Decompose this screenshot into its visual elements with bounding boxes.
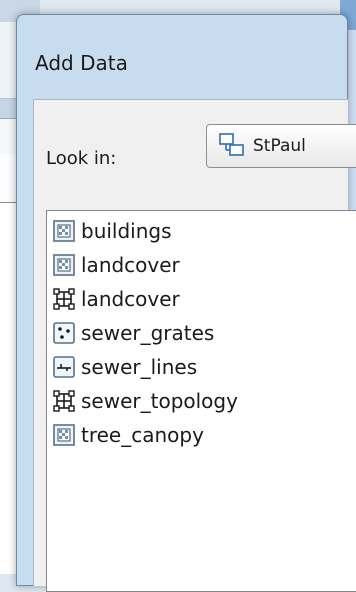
raster-dataset-icon	[53, 424, 75, 446]
point-feature-class-icon	[53, 322, 75, 344]
file-list[interactable]: buildings landcover landcover sewer_grat…	[46, 210, 356, 592]
dialog-title: Add Data	[35, 51, 128, 75]
list-item-label: tree_canopy	[81, 423, 204, 447]
list-item[interactable]: sewer_lines	[53, 351, 197, 383]
geodatabase-icon	[219, 133, 244, 156]
topology-icon	[53, 288, 75, 310]
raster-dataset-icon	[53, 254, 75, 276]
list-item[interactable]: landcover	[53, 249, 180, 281]
line-feature-class-icon	[53, 356, 75, 378]
list-item[interactable]: sewer_topology	[53, 385, 238, 417]
add-data-dialog: Add Data Look in: StPaul buildings landc…	[16, 14, 356, 592]
dialog-client-area: Look in: StPaul buildings landcover land…	[33, 99, 356, 592]
list-item-label: buildings	[81, 219, 172, 243]
raster-dataset-icon	[53, 220, 75, 242]
topology-icon	[53, 390, 75, 412]
list-item-label: landcover	[81, 287, 180, 311]
look-in-value: StPaul	[253, 136, 306, 156]
list-item[interactable]: tree_canopy	[53, 419, 204, 451]
list-item-label: sewer_lines	[81, 355, 198, 379]
list-item-label: sewer_grates	[81, 321, 215, 345]
list-item[interactable]: landcover	[53, 283, 180, 315]
list-item-label: landcover	[81, 253, 180, 277]
list-item[interactable]: buildings	[53, 215, 172, 247]
list-item-label: sewer_topology	[81, 389, 238, 413]
look-in-label: Look in:	[46, 148, 117, 169]
look-in-dropdown[interactable]: StPaul	[206, 124, 356, 168]
list-item[interactable]: sewer_grates	[53, 317, 214, 349]
